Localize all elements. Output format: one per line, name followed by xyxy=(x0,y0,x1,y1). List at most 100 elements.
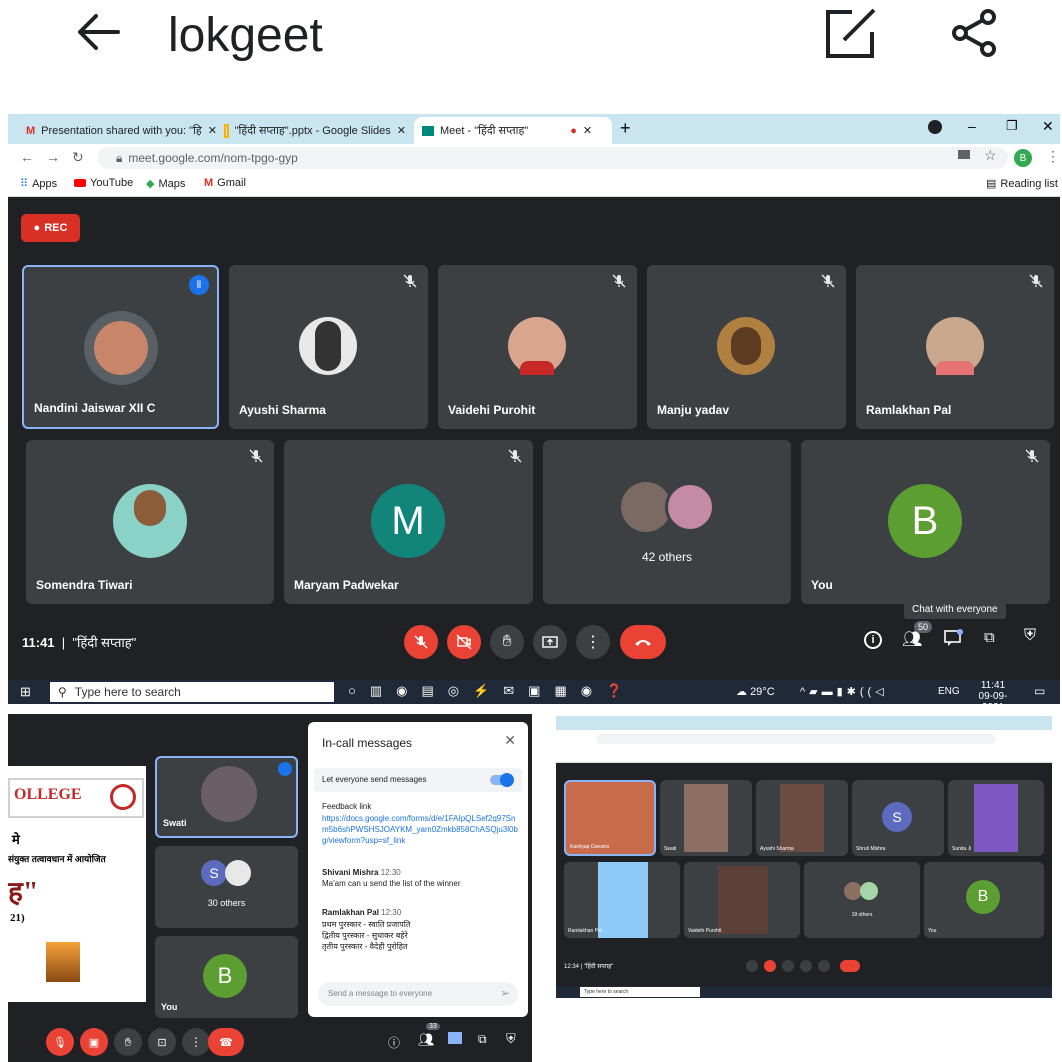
others-tile[interactable]: 42 others xyxy=(543,440,791,604)
participant-tile[interactable]: Vaidehi Purohit xyxy=(438,265,637,429)
avatar-photo xyxy=(731,327,761,365)
participant-tile[interactable]: Ramlakhan Pal xyxy=(564,862,680,938)
participant-tile[interactable]: Manju yadav xyxy=(647,265,846,429)
activities-icon[interactable]: ⧉ xyxy=(478,1032,487,1047)
send-icon[interactable]: ➢ xyxy=(500,986,510,1000)
leave-call-button[interactable]: ☎︎ xyxy=(208,1028,244,1056)
windows-start-icon[interactable]: ⊞ xyxy=(20,684,31,700)
profile-icon[interactable] xyxy=(928,120,942,134)
raise-hand-button[interactable]: ✋︎ xyxy=(114,1028,142,1056)
meeting-info: 11:41 | "हिंदी सप्ताह" xyxy=(22,635,137,650)
participant-tile[interactable]: Swati xyxy=(155,756,298,838)
menu-icon[interactable]: ⋮ xyxy=(1046,148,1060,165)
camera-toggle-button[interactable] xyxy=(764,960,776,972)
bookmark-apps[interactable]: ⠿ Apps xyxy=(20,177,57,191)
mic-toggle-button[interactable] xyxy=(746,960,758,972)
others-tile[interactable]: 18 others xyxy=(804,862,920,938)
chat-icon[interactable] xyxy=(448,1032,462,1044)
participant-tile[interactable]: Ayushi Sharma xyxy=(756,780,848,856)
people-icon[interactable]: 👥︎ xyxy=(418,1032,435,1048)
camera-toggle-button[interactable] xyxy=(447,625,481,659)
new-tab-icon[interactable]: + xyxy=(620,118,631,139)
gmail-icon: M xyxy=(204,177,214,189)
host-controls-shield-icon[interactable]: ⛨ xyxy=(506,1031,516,1047)
taskbar-search-field[interactable]: ⚲ Type here to search xyxy=(50,682,334,702)
camera-toggle-button[interactable]: ▣ xyxy=(80,1028,108,1056)
participant-tile[interactable]: Ramlakhan Pal xyxy=(856,265,1054,429)
taskbar-search-field[interactable]: Type here to search xyxy=(580,987,700,997)
message-link[interactable]: https://docs.google.com/forms/d/e/1FAIpQ… xyxy=(322,813,518,846)
participant-tile[interactable]: Swati xyxy=(660,780,752,856)
activities-icon[interactable]: ⧉ xyxy=(984,629,995,646)
restore-icon[interactable]: ❐ xyxy=(1006,118,1018,134)
participant-tile[interactable]: Vaidehi Purohit xyxy=(684,862,800,938)
raise-hand-button[interactable] xyxy=(782,960,794,972)
raise-hand-button[interactable]: ✋︎ xyxy=(490,625,524,659)
mic-toggle-button[interactable]: 🎙︎ xyxy=(46,1028,74,1056)
present-button[interactable]: ⊡ xyxy=(148,1028,176,1056)
mic-toggle-button[interactable] xyxy=(404,625,438,659)
taskbar-clock[interactable]: 11:41 09-09-2021 xyxy=(970,680,1016,704)
participant-tile[interactable]: Somendra Tiwari xyxy=(26,440,274,604)
tab-presentation[interactable]: M Presentation shared with you: "हि ✕ xyxy=(18,117,216,144)
bookmark-gmail[interactable]: M Gmail xyxy=(204,177,246,189)
bookmark-star-icon[interactable]: ☆ xyxy=(984,147,997,164)
url-field[interactable]: 🔒︎ meet.google.com/nom-tpgo-gyp xyxy=(98,147,1008,169)
hang-up-icon: ☎︎ xyxy=(219,1036,233,1049)
participant-tile-self[interactable]: B You xyxy=(801,440,1050,604)
forward-icon[interactable]: → xyxy=(46,149,60,165)
participant-tile[interactable]: Ayushi Sharma xyxy=(229,265,428,429)
participant-tile[interactable]: Sunita Ji xyxy=(948,780,1044,856)
notification-icon[interactable]: ▭ xyxy=(1034,684,1045,698)
share-icon[interactable] xyxy=(950,8,1000,58)
meeting-details-icon[interactable]: ⓘ xyxy=(388,1034,400,1051)
close-icon[interactable]: ✕ xyxy=(583,124,592,137)
edit-icon[interactable] xyxy=(822,6,878,62)
present-button[interactable] xyxy=(533,625,567,659)
taskbar-app-icons[interactable]: ○▥◉▤◎⚡✉▣▦◉❓ xyxy=(348,683,636,699)
profile-avatar[interactable]: B xyxy=(1014,149,1032,167)
close-icon[interactable]: ✕ xyxy=(397,124,406,137)
leave-call-button[interactable] xyxy=(620,625,666,659)
chat-icon[interactable] xyxy=(943,629,963,647)
participant-tile[interactable]: S Shruti Mishra xyxy=(852,780,944,856)
close-icon[interactable]: ✕ xyxy=(504,732,516,749)
more-options-button[interactable] xyxy=(818,960,830,972)
host-controls-shield-icon[interactable]: ⛨ xyxy=(1024,627,1036,645)
message-input[interactable]: Send a message to everyone ➢ xyxy=(318,982,518,1006)
allow-messages-toggle[interactable] xyxy=(490,773,514,787)
chat-tooltip: Chat with everyone xyxy=(904,600,1006,619)
reload-icon[interactable]: ↻ xyxy=(72,149,84,166)
meeting-details-icon[interactable]: i xyxy=(864,631,882,649)
more-options-button[interactable]: ⋮ xyxy=(182,1028,210,1056)
minimize-icon[interactable]: – xyxy=(968,118,976,134)
more-vert-icon: ⋮ xyxy=(585,634,601,651)
participant-tile-self[interactable]: B You xyxy=(924,862,1044,938)
back-arrow-icon[interactable] xyxy=(72,10,124,54)
present-button[interactable] xyxy=(800,960,812,972)
participant-tile-self[interactable]: B You xyxy=(155,936,298,1018)
chat-message: Ramlakhan Pal 12:30 प्रथम पुरस्कार - स्व… xyxy=(322,908,411,951)
participant-tile[interactable]: Kashyap Ganatra xyxy=(564,780,656,856)
more-options-button[interactable]: ⋮ xyxy=(576,625,610,659)
participant-tile[interactable]: ⦀ Nandini Jaiswar XII C xyxy=(22,265,219,429)
others-tile[interactable]: S 30 others xyxy=(155,846,298,928)
tab-slides[interactable]: "हिंदी सप्ताह".pptx - Google Slides ✕ xyxy=(216,117,414,144)
close-window-icon[interactable]: ✕ xyxy=(1042,118,1054,135)
bookmark-youtube[interactable]: YouTube xyxy=(74,177,133,189)
reading-list[interactable]: ▤ Reading list xyxy=(986,177,1058,191)
meet-screenshot-chat: OLLEGE मे संयुक्त तत्वावधान में आयोजित ह… xyxy=(8,714,532,1062)
back-icon[interactable]: ← xyxy=(20,149,34,165)
participant-tile[interactable]: M Maryam Padwekar xyxy=(284,440,533,604)
present-screen-icon xyxy=(542,636,558,648)
bookmark-maps[interactable]: ◆ Maps xyxy=(146,177,185,191)
weather-widget[interactable]: ☁︎ 29°C xyxy=(736,685,775,698)
close-icon[interactable]: ✕ xyxy=(208,124,216,137)
system-tray-icons[interactable]: ^▰▬▮✱((◁ xyxy=(800,685,888,698)
camera-icon[interactable] xyxy=(958,150,970,159)
language-indicator[interactable]: ENG xyxy=(938,686,960,697)
url-field[interactable] xyxy=(596,734,996,744)
avatar: S xyxy=(882,802,912,832)
tab-meet[interactable]: Meet - "हिंदी सप्ताह" ● ✕ xyxy=(414,117,612,144)
leave-call-button[interactable] xyxy=(840,960,860,972)
